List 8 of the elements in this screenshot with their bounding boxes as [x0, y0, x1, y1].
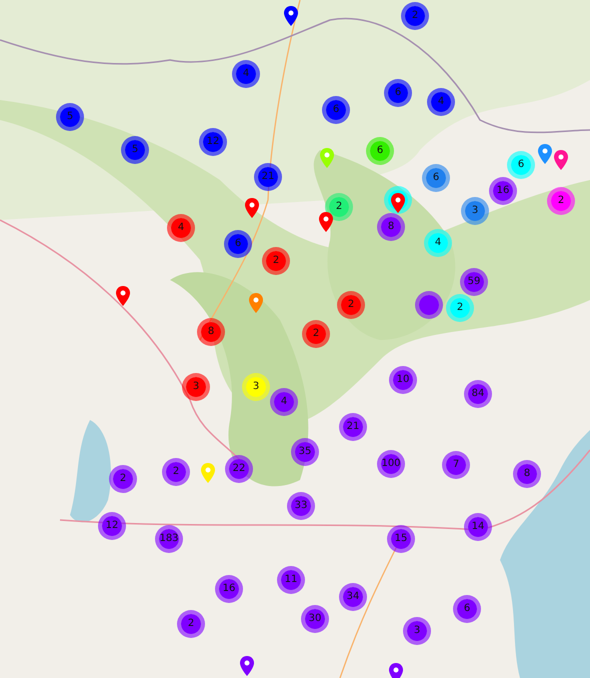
- map-pin-icon[interactable]: [245, 198, 259, 218]
- map-pin-icon[interactable]: [284, 6, 298, 26]
- map-pin-icon[interactable]: [319, 212, 333, 232]
- map-pin-icon[interactable]: [389, 663, 403, 678]
- map-pin-icon[interactable]: [391, 193, 405, 213]
- map-pin-icon[interactable]: [554, 150, 568, 170]
- map-pin-icon[interactable]: [116, 286, 130, 306]
- map-pin-icon[interactable]: [240, 656, 254, 676]
